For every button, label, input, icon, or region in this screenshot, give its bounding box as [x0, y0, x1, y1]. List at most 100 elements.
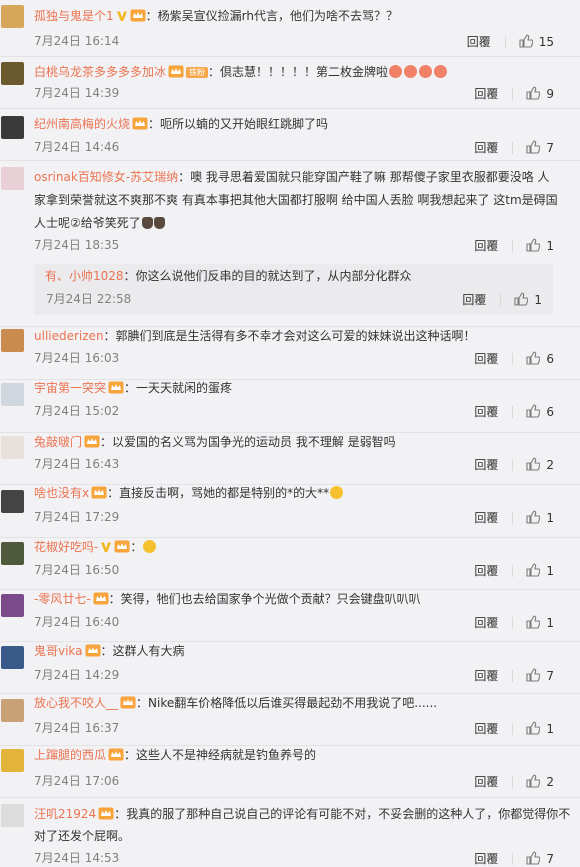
comment-text: ：笑得，牠们也去给国家争个光做个贡献？只会键盘叭叭叭	[108, 592, 421, 606]
username-link[interactable]: 放心我不咬人__	[34, 696, 118, 710]
username-link[interactable]: 宇宙第一突突	[34, 381, 106, 395]
reply-button[interactable]: 回覆	[474, 722, 498, 736]
member-crown-icon	[114, 540, 130, 553]
reply-button[interactable]: 回覆	[474, 775, 498, 789]
like-thumb-icon[interactable]	[526, 851, 540, 865]
avatar[interactable]	[1, 436, 24, 459]
avatar[interactable]	[1, 749, 24, 772]
comment-actions: 回覆 1	[462, 292, 542, 307]
like-thumb-icon[interactable]	[526, 140, 540, 154]
like-thumb-icon[interactable]	[526, 238, 540, 252]
like-thumb-icon[interactable]	[526, 668, 540, 682]
member-crown-icon	[108, 381, 124, 394]
avatar[interactable]	[1, 167, 24, 190]
avatar[interactable]	[1, 5, 24, 28]
comment-time: 7月24日 16:40	[34, 615, 120, 629]
avatar[interactable]	[1, 329, 24, 352]
avatar[interactable]	[1, 383, 24, 406]
comment-body: -零风廿七- ：笑得，牠们也去给国家争个光做个贡献？只会键盘叭叭叭	[34, 589, 572, 610]
action-divider	[512, 88, 514, 100]
like-thumb-icon[interactable]	[526, 351, 540, 365]
clap-hands-icon	[141, 217, 153, 229]
reply-button[interactable]: 回覆	[474, 669, 498, 683]
action-divider	[512, 853, 514, 865]
reply-button[interactable]: 回覆	[474, 239, 498, 253]
avatar[interactable]	[1, 542, 24, 565]
username-link[interactable]: 兔敲啵门	[34, 435, 82, 449]
comment-actions: 回覆 6	[474, 404, 554, 419]
comment-text: ：	[130, 540, 143, 554]
like-thumb-icon[interactable]	[519, 34, 533, 48]
comment-item: 纪州南高梅的火烧 ：呃所以蝻的又开始眼红跳脚了吗 7月24日 14:46 回覆 7	[0, 108, 580, 161]
comment-body: 花椒好吃吗- ：	[34, 537, 572, 558]
comment-actions: 回覆 1	[474, 615, 554, 630]
reply-button[interactable]: 回覆	[474, 564, 498, 578]
comment-actions: 回覆 6	[474, 351, 554, 366]
username-link[interactable]: ulliederizen	[34, 329, 104, 343]
avatar[interactable]	[1, 490, 24, 513]
avatar[interactable]	[1, 699, 24, 722]
action-divider	[512, 459, 514, 471]
avatar[interactable]	[1, 804, 24, 827]
comment-time: 7月24日 16:14	[34, 34, 120, 48]
avatar[interactable]	[1, 646, 24, 669]
like-thumb-icon[interactable]	[526, 721, 540, 735]
comment-actions: 回覆 1	[474, 238, 554, 253]
like-thumb-icon[interactable]	[526, 563, 540, 577]
comment-time: 7月24日 17:06	[34, 774, 120, 788]
reply-button[interactable]: 回覆	[474, 616, 498, 630]
like-count: 9	[546, 87, 554, 101]
username-link[interactable]: 花椒好吃吗-	[34, 540, 98, 554]
like-count: 2	[546, 458, 554, 472]
action-divider	[512, 240, 514, 252]
comment-actions: 回覆 1	[474, 510, 554, 525]
reply-button[interactable]: 回覆	[474, 458, 498, 472]
shocked-emoji-icon	[330, 486, 344, 499]
comment-body: 放心我不咬人__ ：Nike翻车价格降低以后谁买得最起劲不用我说了吧......	[34, 693, 572, 714]
username-link[interactable]: 汪叽21924	[34, 807, 96, 821]
username-link[interactable]: 啥也没有x	[34, 486, 89, 500]
reply-button[interactable]: 回覆	[474, 87, 498, 101]
reply-button[interactable]: 回覆	[474, 511, 498, 525]
username-link[interactable]: -零风廿七-	[34, 592, 91, 606]
like-thumb-icon[interactable]	[526, 510, 540, 524]
smile-emoji-icon	[143, 540, 157, 553]
avatar[interactable]	[1, 62, 24, 85]
reply-button[interactable]: 回覆	[474, 405, 498, 419]
username-link[interactable]: osrinak百知修女-苏艾瑞纳	[34, 170, 178, 184]
comment-time: 7月24日 15:02	[34, 404, 120, 418]
username-link[interactable]: 白桃乌龙茶多多多多加冰	[34, 65, 166, 79]
like-thumb-icon[interactable]	[526, 774, 540, 788]
like-thumb-icon[interactable]	[514, 292, 528, 306]
like-count: 1	[546, 722, 554, 736]
comment-body: 孤独与鬼是个1 ：杨紫吴宣仪捡漏rh代言，他们为啥不去骂？？	[34, 6, 572, 27]
reply-username-link[interactable]: 有、小帅1028	[45, 269, 124, 283]
member-crown-icon	[91, 486, 107, 499]
action-divider	[512, 512, 514, 524]
cheer-emoji-icon	[434, 65, 448, 78]
like-thumb-icon[interactable]	[526, 86, 540, 100]
username-link[interactable]: 孤独与鬼是个1	[34, 9, 114, 23]
avatar[interactable]	[1, 594, 24, 617]
nested-reply: 有、小帅1028：你这么说他们反串的目的就达到了，从内部分化群众 7月24日 22…	[34, 264, 553, 315]
reply-button[interactable]: 回覆	[474, 852, 498, 866]
reply-button[interactable]: 回覆	[474, 141, 498, 155]
action-divider	[512, 776, 514, 788]
comment-body: 上蹿腿的西瓜 ：这些人不是神经病就是钓鱼养号的	[34, 745, 572, 766]
username-link[interactable]: 鬼哥vika	[34, 644, 83, 658]
reply-button[interactable]: 回覆	[474, 352, 498, 366]
reply-button[interactable]: 回覆	[462, 293, 486, 307]
like-thumb-icon[interactable]	[526, 457, 540, 471]
like-thumb-icon[interactable]	[526, 404, 540, 418]
like-thumb-icon[interactable]	[526, 615, 540, 629]
comment-time: 7月24日 17:29	[34, 510, 120, 524]
username-link[interactable]: 纪州南高梅的火烧	[34, 117, 130, 131]
member-crown-icon	[84, 435, 100, 448]
comment-actions: 回覆 7	[474, 851, 554, 866]
reply-button[interactable]: 回覆	[467, 35, 491, 49]
comment-text: ：杨紫吴宣仪捡漏rh代言，他们为啥不去骂？？	[145, 9, 398, 23]
comment-actions: 回覆 2	[474, 457, 554, 472]
avatar[interactable]	[1, 116, 24, 139]
comment-actions: 回覆 7	[474, 140, 554, 155]
username-link[interactable]: 上蹿腿的西瓜	[34, 748, 106, 762]
